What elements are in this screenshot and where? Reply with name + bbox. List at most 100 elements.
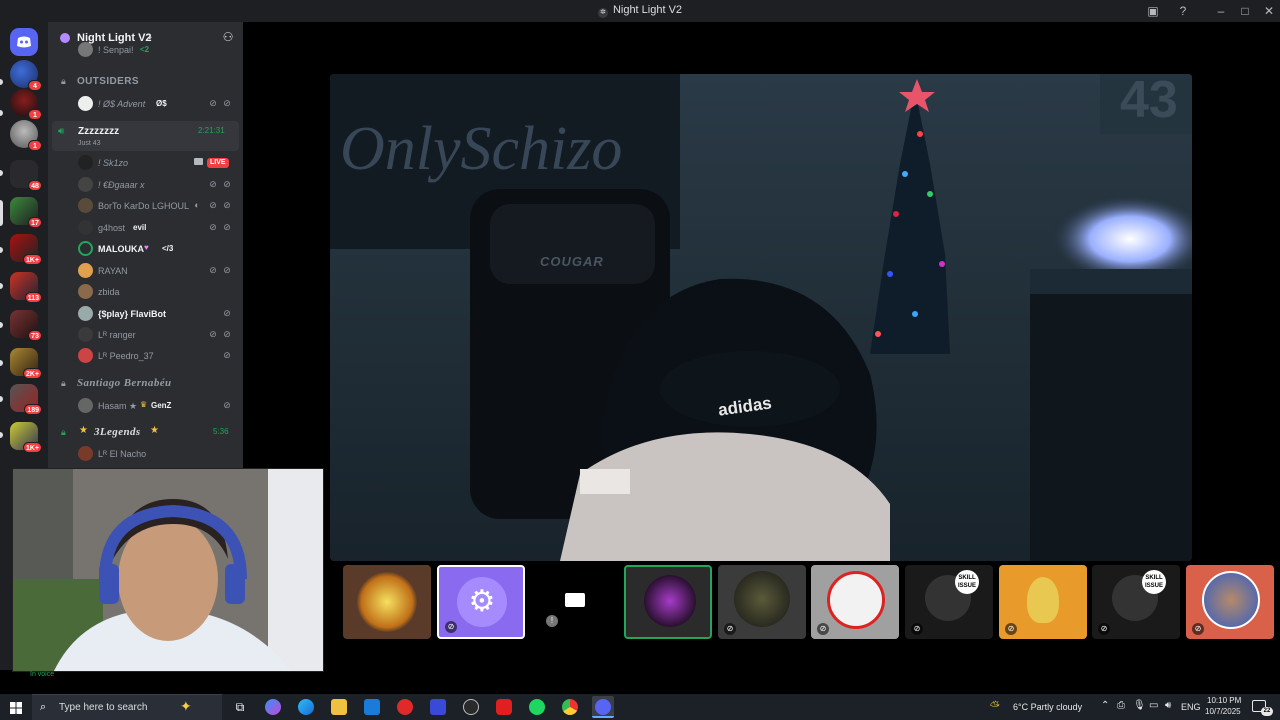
voice-member-row[interactable]: Lᴿ El Nacho: [48, 444, 243, 464]
participant-tile-speaking[interactable]: [624, 565, 712, 639]
member-name: MALOUKA: [98, 244, 144, 254]
chrome-icon[interactable]: [562, 699, 578, 715]
server-folder-6[interactable]: 2K+: [10, 348, 42, 379]
voice-member-row[interactable]: ! Sk1zo LIVE: [48, 153, 243, 173]
self-camera-preview[interactable]: [12, 468, 324, 672]
participant-tile[interactable]: ⚙ ⊘: [437, 565, 525, 639]
participant-tile[interactable]: SKILL ISSUE ⊘: [1092, 565, 1180, 639]
voice-channel-3legends[interactable]: 3Legends: [94, 426, 141, 438]
participant-tile[interactable]: ⊘: [811, 565, 899, 639]
deafened-icon: ⊘: [911, 623, 923, 635]
voice-member-row[interactable]: Lᴿ ranger ⊘ ⊘: [48, 325, 243, 345]
maximize-icon[interactable]: □: [1236, 2, 1254, 20]
clock-time[interactable]: 10:10 PM: [1207, 696, 1241, 705]
chart-app-icon[interactable]: [430, 699, 446, 715]
avatar-fire: [357, 572, 417, 632]
mic-muted-icon: ⊘: [209, 329, 217, 339]
help-icon[interactable]: ?: [1174, 2, 1192, 20]
stream-stage: OnlySchizo 43 COUGAR adidas ⚙ ⊘ ! ⊘ ⊘ SK…: [243, 22, 1280, 670]
server-1[interactable]: 4: [10, 60, 42, 91]
edge-icon[interactable]: [298, 699, 314, 715]
server-folder-3[interactable]: 1K+: [10, 234, 42, 265]
unread-pip: [0, 322, 3, 328]
clock-date[interactable]: 10/7/2025: [1205, 707, 1241, 716]
voice-member-row-speaking[interactable]: MALOUKA ♥ </3: [48, 239, 243, 259]
server-folder-7[interactable]: 189: [10, 384, 42, 415]
participant-tile[interactable]: ⊘: [1186, 565, 1274, 639]
deafened-icon: ⊘: [223, 329, 231, 339]
server-folder-2[interactable]: 17: [10, 197, 42, 228]
invite-people-icon[interactable]: ⚇: [221, 30, 235, 44]
home-button[interactable]: [10, 28, 38, 56]
steam-icon[interactable]: [463, 699, 479, 715]
avatar: [78, 155, 93, 170]
deafened-icon: ⊘: [724, 623, 736, 635]
voice-channel-zzz[interactable]: 🔊︎ Zzzzzzzz 2:21:31 Just 43: [52, 121, 239, 151]
voice-member-row[interactable]: Hasam ★ ♛ GenZ ⊘: [48, 396, 243, 416]
server-folder-8[interactable]: 1K+: [10, 422, 42, 453]
voice-channel-santiago[interactable]: Santiago Bernabéu: [77, 377, 172, 389]
server-folder-1[interactable]: 48: [10, 160, 42, 191]
participant-tile[interactable]: [343, 565, 431, 639]
minimize-icon[interactable]: –: [1212, 2, 1230, 20]
lock-icon: 🔒︎: [61, 378, 66, 388]
main-stream-video[interactable]: OnlySchizo 43 COUGAR adidas: [330, 74, 1192, 561]
voice-member-row[interactable]: g4host evil ⊘ ⊘: [48, 218, 243, 238]
copilot-icon[interactable]: [265, 699, 281, 715]
outlook-icon[interactable]: [364, 699, 380, 715]
yandex-icon[interactable]: [397, 699, 413, 715]
file-explorer-icon[interactable]: [331, 699, 347, 715]
server-2[interactable]: 1: [10, 89, 42, 120]
participant-tile[interactable]: SKILL ISSUE ⊘: [905, 565, 993, 639]
deafened-icon: ⊘: [223, 265, 231, 275]
participant-tile[interactable]: ⊘: [718, 565, 806, 639]
voice-member-row[interactable]: ! Ø$ Advent Ø$ ⊘ ⊘: [48, 94, 243, 114]
close-icon[interactable]: ✕: [1260, 2, 1278, 20]
tray-app-icon[interactable]: ⎙: [1117, 700, 1125, 711]
server-badge: 1: [28, 140, 42, 151]
mic-muted-icon: ⊘: [209, 98, 217, 108]
member-name: Lᴿ Peedro_37: [98, 351, 154, 361]
voice-member-row[interactable]: ! Senpai! <2: [48, 42, 243, 64]
crown-icon: ♛: [140, 400, 148, 409]
mic-muted-icon: ⊘: [209, 222, 217, 232]
server-icon: ✲: [597, 8, 608, 18]
weather-text[interactable]: 6°C Partly cloudy: [1013, 702, 1082, 712]
microphone-icon[interactable]: 🎙︎: [1133, 700, 1146, 711]
task-view-icon[interactable]: ⧉: [232, 699, 248, 715]
voice-member-row[interactable]: ! €Ðgaaar x ⊘ ⊘: [48, 175, 243, 195]
voice-member-row[interactable]: Lᴿ Peedro_37 ⊘: [48, 346, 243, 366]
taskbar-search[interactable]: ⌕ Type here to search ✦: [32, 694, 222, 720]
chair-brand: COUGAR: [540, 254, 604, 269]
spotify-icon[interactable]: [529, 699, 545, 715]
avatar: [78, 177, 93, 192]
server-folder-5[interactable]: 73: [10, 310, 42, 341]
voice-member-row[interactable]: RAYAN ⊘ ⊘: [48, 261, 243, 281]
participant-tile[interactable]: ⊘: [999, 565, 1087, 639]
network-icon[interactable]: ▭: [1149, 700, 1158, 711]
windows-start-icon[interactable]: [10, 701, 22, 714]
gear-icon: ⚙: [457, 577, 507, 627]
voice-member-row[interactable]: zbida: [48, 282, 243, 302]
inbox-icon[interactable]: ▣: [1144, 2, 1162, 20]
voice-member-row[interactable]: BorTo KarDo LGHOUL ◐ ⊘ ⊘: [48, 196, 243, 216]
discord-taskbar-icon[interactable]: [592, 696, 614, 718]
member-name: Lᴿ ranger: [98, 330, 136, 340]
volume-icon[interactable]: 🔊︎: [1165, 700, 1171, 711]
live-badge: LIVE: [207, 158, 229, 168]
language-indicator[interactable]: ENG: [1181, 702, 1201, 712]
voice-member-row[interactable]: {$play} FlaviBot ⊘: [48, 304, 243, 324]
voice-timer: 5:36: [213, 427, 229, 436]
tray-chevron-icon[interactable]: ⌃: [1101, 700, 1109, 711]
camera-icon: [194, 158, 203, 165]
server-folder-4[interactable]: 113: [10, 272, 42, 303]
star-icon: ★: [150, 425, 159, 436]
channel-outsiders[interactable]: OUTSIDERS: [77, 76, 139, 87]
avatar: [78, 241, 93, 256]
windows-taskbar: ⌕ Type here to search ✦ ⧉ ⛅︎ 6°C Partly …: [0, 694, 1280, 720]
youtube-icon[interactable]: [496, 699, 512, 715]
participant-tile[interactable]: !: [531, 565, 619, 639]
avatar: [78, 198, 93, 213]
member-name: Hasam ★: [98, 401, 138, 411]
server-3[interactable]: 1: [10, 120, 42, 151]
